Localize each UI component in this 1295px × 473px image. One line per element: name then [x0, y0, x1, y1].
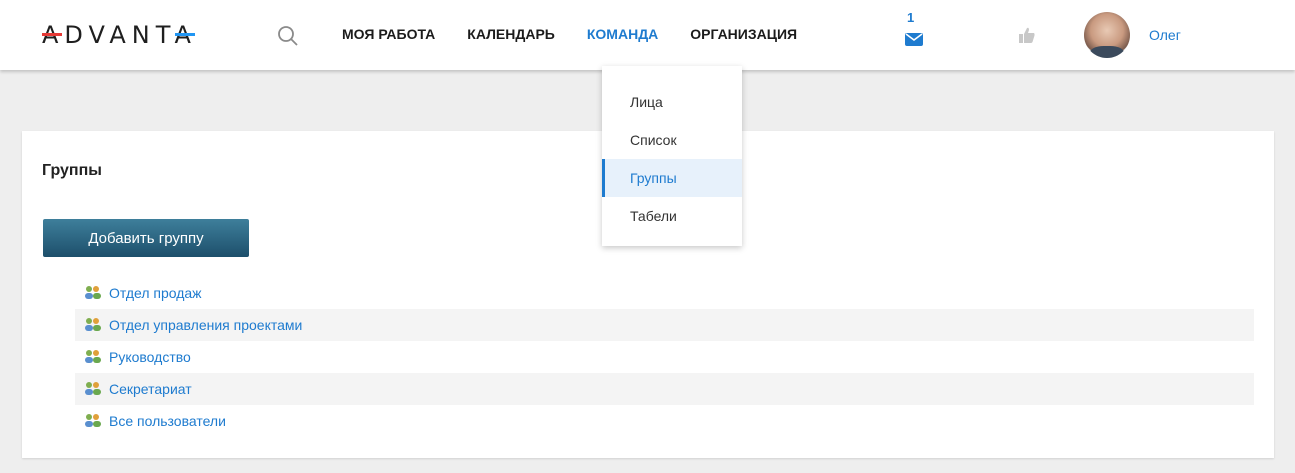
group-link[interactable]: Отдел управления проектами — [109, 317, 302, 333]
list-item[interactable]: Отдел продаж — [75, 277, 1254, 309]
add-group-button[interactable]: Добавить группу — [43, 219, 249, 257]
user-name-link[interactable]: Олег — [1149, 27, 1181, 43]
list-item[interactable]: Секретариат — [75, 373, 1254, 405]
nav-my-work[interactable]: МОЯ РАБОТА — [342, 26, 435, 42]
envelope-icon — [905, 33, 923, 46]
page-title: Группы — [42, 162, 102, 179]
users-group-icon — [85, 414, 101, 427]
advanta-logo[interactable]: ADVANTA — [42, 21, 197, 49]
group-link[interactable]: Секретариат — [109, 381, 192, 397]
users-group-icon — [85, 350, 101, 363]
users-group-icon — [85, 382, 101, 395]
team-dropdown-menu: Лица Список Группы Табели — [602, 66, 742, 246]
avatar[interactable] — [1084, 12, 1130, 58]
group-link[interactable]: Отдел продаж — [109, 285, 202, 301]
nav-calendar[interactable]: КАЛЕНДАРЬ — [467, 26, 555, 42]
list-item[interactable]: Все пользователи — [75, 405, 1254, 437]
group-list: Отдел продаж Отдел управления проектами … — [75, 277, 1254, 437]
menu-item-groups[interactable]: Группы — [602, 159, 742, 197]
nav-team[interactable]: КОМАНДА — [587, 26, 658, 42]
list-item[interactable]: Отдел управления проектами — [75, 309, 1254, 341]
main-nav: МОЯ РАБОТА КАЛЕНДАРЬ КОМАНДА ОРГАНИЗАЦИЯ — [342, 26, 829, 42]
nav-organization[interactable]: ОРГАНИЗАЦИЯ — [690, 26, 797, 42]
list-item[interactable]: Руководство — [75, 341, 1254, 373]
menu-item-timesheets[interactable]: Табели — [602, 197, 742, 235]
group-link[interactable]: Руководство — [109, 349, 191, 365]
logo-text: ADVANTA — [42, 21, 197, 49]
logo-accent — [174, 33, 195, 36]
thumbs-up-icon[interactable] — [1018, 26, 1036, 44]
top-navbar: ADVANTA МОЯ РАБОТА КАЛЕНДАРЬ КОМАНДА ОРГ… — [0, 0, 1295, 70]
messages-button[interactable]: 1 — [905, 10, 925, 50]
users-group-icon — [85, 286, 101, 299]
search-icon[interactable] — [276, 24, 300, 48]
logo-accent — [42, 33, 62, 36]
menu-item-list[interactable]: Список — [602, 121, 742, 159]
users-group-icon — [85, 318, 101, 331]
menu-item-faces[interactable]: Лица — [602, 83, 742, 121]
group-link[interactable]: Все пользователи — [109, 413, 226, 429]
messages-count: 1 — [907, 10, 915, 25]
avatar-shirt — [1090, 46, 1124, 58]
